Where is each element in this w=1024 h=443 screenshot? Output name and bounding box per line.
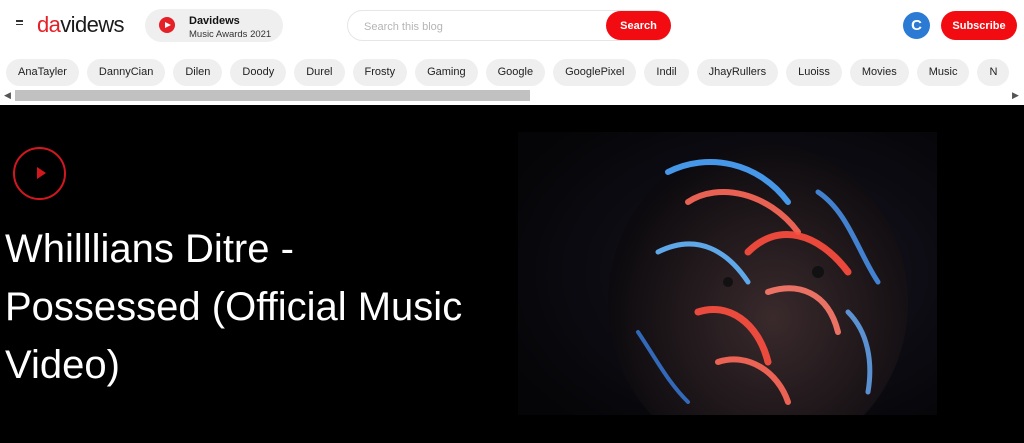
- award-pill[interactable]: Davidews Music Awards 2021: [145, 9, 283, 42]
- label-chip[interactable]: AnaTayler: [6, 59, 79, 86]
- label-chip[interactable]: Luoiss: [786, 59, 842, 86]
- label-chip[interactable]: Durel: [294, 59, 345, 86]
- label-chip[interactable]: GooglePixel: [553, 59, 637, 86]
- label-chip[interactable]: JhayRullers: [696, 59, 779, 86]
- label-chip[interactable]: Doody: [230, 59, 287, 86]
- logo-part-1: da: [37, 12, 61, 37]
- scroll-right-icon[interactable]: ▶: [1012, 90, 1019, 101]
- scroll-left-icon[interactable]: ◀: [4, 90, 11, 101]
- hero-banner: Whilllians Ditre - Possessed (Official M…: [0, 105, 1024, 443]
- label-chips: AnaTayler DannyCian Dilen Doody Durel Frosty G…: [6, 59, 1017, 86]
- label-chip[interactable]: N: [977, 59, 1010, 86]
- label-chip[interactable]: Dilen: [173, 59, 223, 86]
- site-header: davidews Davidews Music Awards 2021 Sear…: [0, 0, 1024, 53]
- search-input[interactable]: [362, 17, 596, 37]
- logo-part-2: videws: [60, 12, 124, 37]
- horizontal-scrollbar[interactable]: ◀ ▶: [0, 88, 1024, 103]
- label-chip[interactable]: Indil: [644, 59, 689, 86]
- search-button[interactable]: Search: [606, 11, 671, 40]
- play-button[interactable]: [13, 147, 66, 200]
- brand-circle-icon[interactable]: C: [903, 12, 930, 39]
- award-title: Davidews: [189, 15, 240, 27]
- award-subtitle: Music Awards 2021: [189, 29, 272, 40]
- site-logo[interactable]: davidews: [37, 12, 125, 38]
- label-chip[interactable]: DannyCian: [86, 59, 166, 86]
- subscribe-button[interactable]: Subscribe: [941, 11, 1017, 40]
- label-chip[interactable]: Movies: [849, 59, 909, 86]
- label-chip[interactable]: Music: [916, 59, 970, 86]
- label-chip[interactable]: Frosty: [352, 59, 408, 86]
- label-chip[interactable]: Gaming: [415, 59, 478, 86]
- menu-icon[interactable]: [16, 18, 26, 28]
- post-title[interactable]: Whilllians Ditre - Possessed (Official M…: [5, 220, 475, 394]
- scrollbar-thumb[interactable]: [15, 90, 530, 101]
- label-chip[interactable]: Google: [485, 59, 546, 86]
- play-badge-icon: [159, 17, 175, 33]
- hero-image[interactable]: [518, 132, 937, 415]
